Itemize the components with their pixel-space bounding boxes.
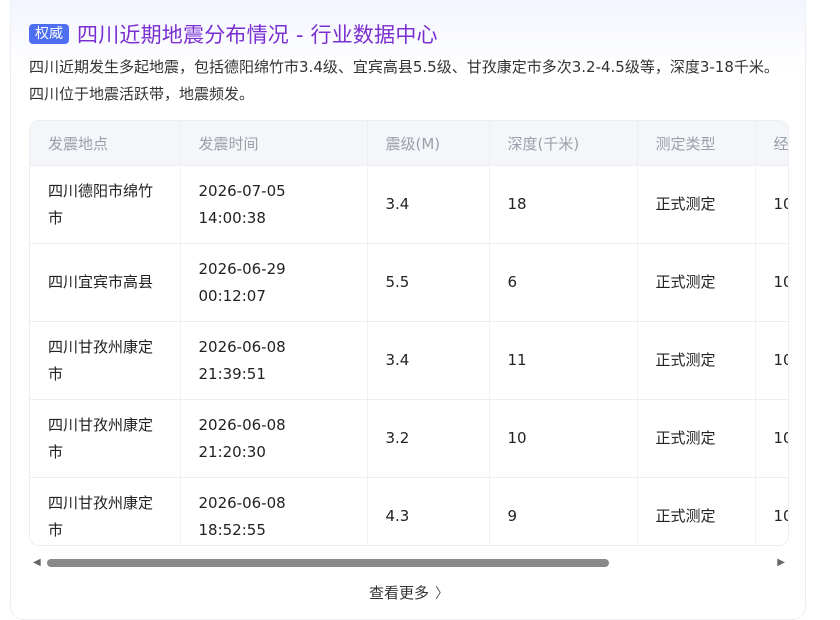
cell-depth: 6: [489, 243, 638, 322]
cell-type: 正式测定: [637, 321, 756, 400]
column-header-type: 测定类型: [637, 121, 756, 166]
table-row: 四川宜宾市高县 2026-06-29 00:12:07 5.5 6 正式测定 1…: [30, 243, 788, 322]
column-header-time: 发震时间: [180, 121, 368, 166]
cell-type: 正式测定: [637, 243, 756, 322]
table-row: 四川德阳市绵竹市 2026-07-05 14:00:38 3.4 18 正式测定…: [30, 165, 788, 244]
result-title-link[interactable]: 四川近期地震分布情况 - 行业数据中心: [77, 19, 438, 49]
cell-magnitude: 3.4: [367, 321, 490, 400]
cell-time: 2026-06-08 18:52:55: [180, 477, 368, 545]
cell-depth: 18: [489, 165, 638, 244]
cell-magnitude: 3.2: [367, 399, 490, 478]
result-card: 权威 四川近期地震分布情况 - 行业数据中心 四川近期发生多起地震，包括德阳绵竹…: [10, 0, 806, 620]
cell-longitude: 10: [755, 165, 788, 244]
cell-magnitude: 3.4: [367, 165, 490, 244]
horizontal-scrollbar[interactable]: ◀ ▶: [33, 556, 785, 570]
column-header-depth: 深度(千米): [489, 121, 638, 166]
table-row: 四川甘孜州康定市 2026-06-08 21:20:30 3.2 10 正式测定…: [30, 399, 788, 478]
scroll-right-icon[interactable]: ▶: [777, 557, 785, 568]
cell-longitude: 10: [755, 321, 788, 400]
table-header-row: 发震地点 发震时间 震级(M) 深度(千米) 测定类型 经: [30, 121, 788, 166]
cell-time: 2026-06-29 00:12:07: [180, 243, 368, 322]
cell-depth: 11: [489, 321, 638, 400]
cell-time: 2026-06-08 21:20:30: [180, 399, 368, 478]
result-description: 四川近期发生多起地震，包括德阳绵竹市3.4级、宜宾高县5.5级、甘孜康定市多次3…: [29, 58, 779, 103]
cell-type: 正式测定: [637, 477, 756, 545]
cell-longitude: 10: [755, 477, 788, 545]
table-row: 四川甘孜州康定市 2026-06-08 21:39:51 3.4 11 正式测定…: [30, 321, 788, 400]
cell-location: 四川宜宾市高县: [30, 243, 181, 322]
title-row: 权威 四川近期地震分布情况 - 行业数据中心: [29, 20, 438, 48]
column-header-magnitude: 震级(M): [367, 121, 490, 166]
cell-depth: 9: [489, 477, 638, 545]
cell-time: 2026-06-08 21:39:51: [180, 321, 368, 400]
chevron-right-icon: 〉: [435, 586, 449, 602]
cell-type: 正式测定: [637, 165, 756, 244]
cell-longitude: 10: [755, 399, 788, 478]
cell-type: 正式测定: [637, 399, 756, 478]
column-header-location: 发震地点: [30, 121, 181, 166]
earthquake-table-container[interactable]: 发震地点 发震时间 震级(M) 深度(千米) 测定类型 经 四川德阳市绵竹市 2…: [29, 120, 789, 546]
scroll-left-icon[interactable]: ◀: [33, 557, 41, 568]
earthquake-table: 发震地点 发震时间 震级(M) 深度(千米) 测定类型 经 四川德阳市绵竹市 2…: [30, 121, 788, 545]
scrollbar-thumb[interactable]: [47, 559, 609, 567]
cell-location: 四川甘孜州康定市: [30, 477, 181, 545]
cell-magnitude: 5.5: [367, 243, 490, 322]
cell-magnitude: 4.3: [367, 477, 490, 545]
view-more-label: 查看更多: [368, 584, 429, 602]
authority-badge: 权威: [29, 24, 69, 44]
cell-depth: 10: [489, 399, 638, 478]
view-more-button[interactable]: 查看更多〉: [11, 582, 807, 603]
cell-location: 四川德阳市绵竹市: [30, 165, 181, 244]
column-header-longitude: 经: [755, 121, 788, 166]
cell-location: 四川甘孜州康定市: [30, 399, 181, 478]
cell-time: 2026-07-05 14:00:38: [180, 165, 368, 244]
cell-longitude: 10: [755, 243, 788, 322]
scrollbar-track[interactable]: [47, 559, 771, 567]
cell-location: 四川甘孜州康定市: [30, 321, 181, 400]
table-row: 四川甘孜州康定市 2026-06-08 18:52:55 4.3 9 正式测定 …: [30, 477, 788, 545]
